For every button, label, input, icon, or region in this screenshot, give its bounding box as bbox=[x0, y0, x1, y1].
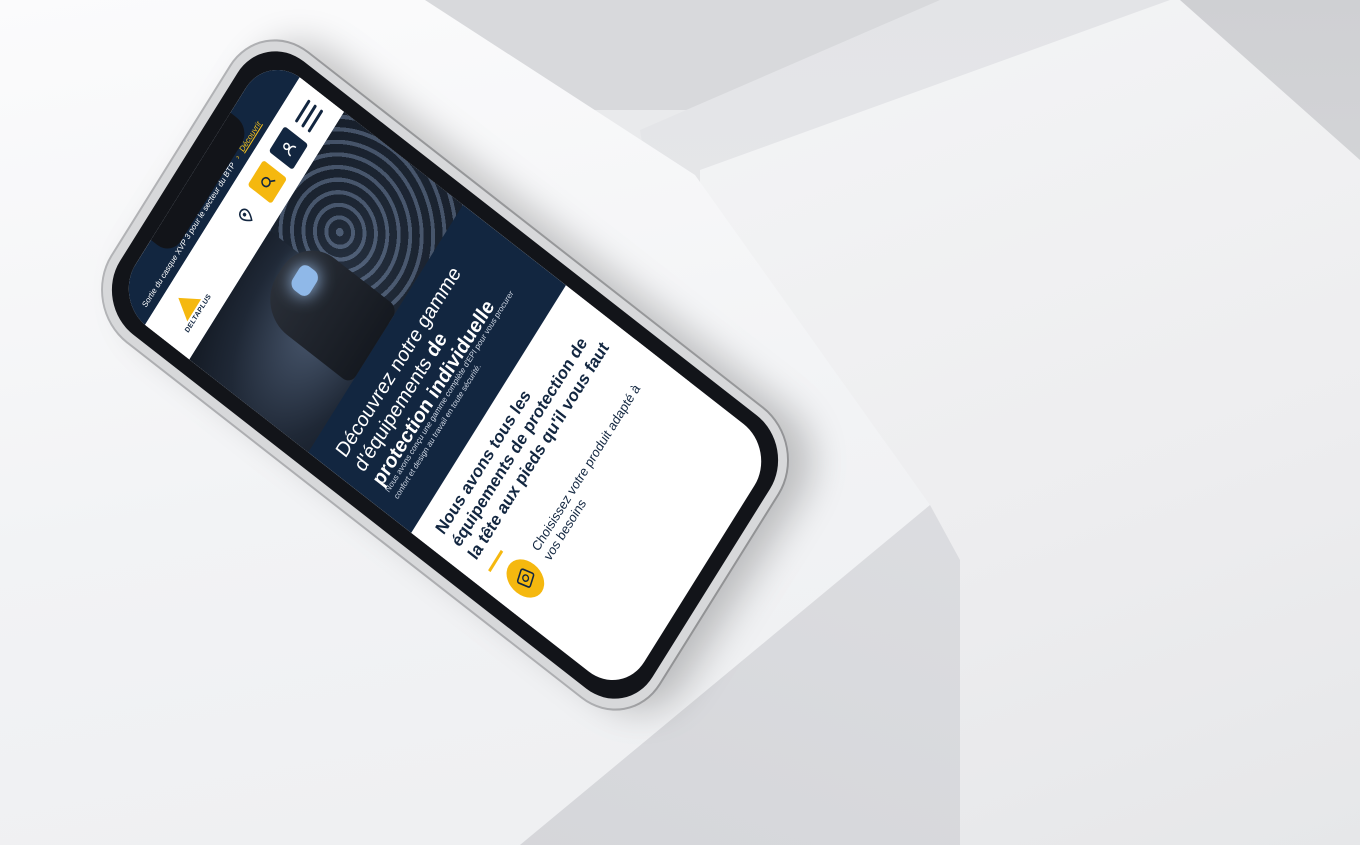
account-button[interactable] bbox=[268, 125, 309, 170]
accent-divider bbox=[488, 549, 504, 573]
menu-icon[interactable] bbox=[294, 98, 324, 133]
search-icon bbox=[261, 176, 276, 188]
product-choice-icon bbox=[500, 551, 552, 606]
search-button[interactable] bbox=[247, 159, 288, 204]
user-icon bbox=[283, 142, 297, 157]
map-pin-icon[interactable] bbox=[226, 194, 266, 238]
